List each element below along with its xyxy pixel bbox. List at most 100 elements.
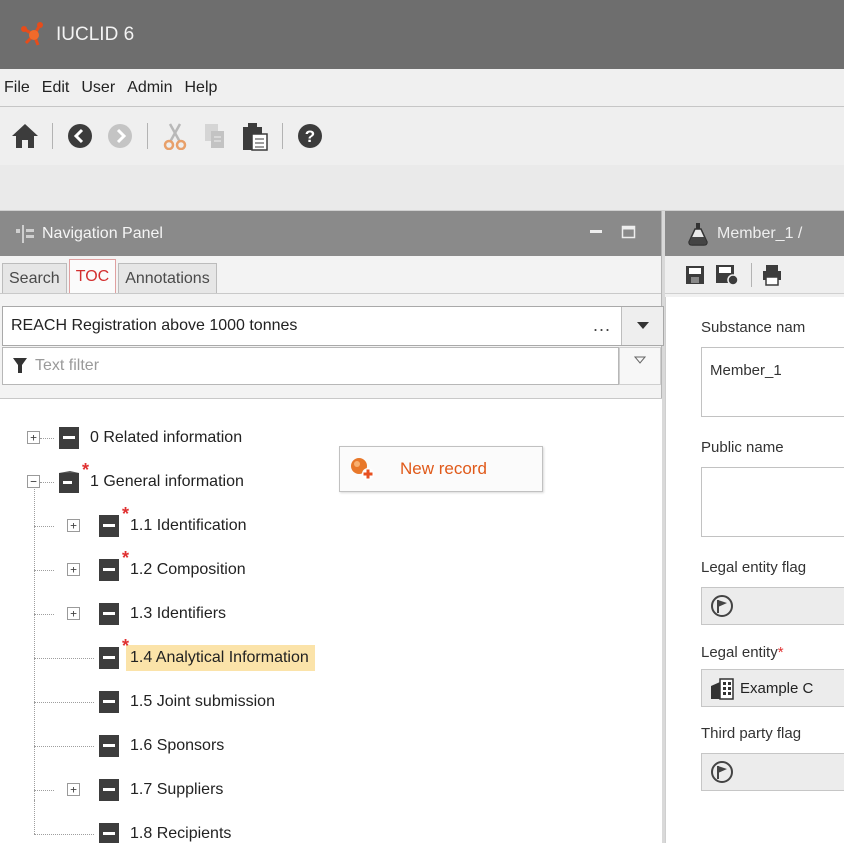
maximize-icon[interactable]: [621, 225, 637, 239]
document-form: Substance nam Member_1 Public name Legal…: [665, 297, 844, 843]
document-icon: [99, 603, 119, 625]
document-title: Member_1 /: [717, 224, 803, 242]
forward-icon[interactable]: [105, 121, 135, 151]
tree-connector: [34, 746, 94, 747]
context-menu: New record: [339, 446, 543, 492]
minimize-icon[interactable]: [588, 225, 604, 239]
document-icon: *: [98, 549, 129, 582]
legal-entity-button[interactable]: Example C: [701, 669, 844, 707]
substance-name-field[interactable]: Member_1: [701, 347, 844, 417]
legal-entity-label: Legal entity*: [701, 644, 784, 661]
tab-annotations[interactable]: Annotations: [118, 263, 217, 293]
menu-edit[interactable]: Edit: [42, 79, 70, 97]
expand-icon[interactable]: +: [67, 519, 80, 532]
toc-item-label: 1.5 Joint submission: [130, 693, 275, 710]
new-record-icon: [351, 458, 374, 480]
tree-connector: [40, 438, 54, 439]
dropdown-arrow-icon: [636, 322, 649, 329]
substance-flask-icon: [688, 222, 708, 246]
save-as-icon[interactable]: [715, 264, 739, 286]
copy-icon[interactable]: [200, 121, 230, 151]
expand-icon[interactable]: +: [67, 607, 80, 620]
menu-admin[interactable]: Admin: [127, 79, 172, 97]
toc-item-label: 1.1 Identification: [130, 517, 247, 534]
toc-item-1-4-analytical-information[interactable]: * 1.4 Analytical Information: [98, 637, 315, 675]
menu-file[interactable]: File: [4, 79, 30, 97]
legal-entity-value: Example C: [740, 679, 814, 697]
toc-item-1-1-identification[interactable]: * 1.1 Identification: [98, 505, 247, 543]
document-toolbar: [665, 256, 844, 294]
help-icon[interactable]: ?: [295, 121, 325, 151]
legal-entity-flag-label: Legal entity flag: [701, 559, 807, 576]
third-party-flag-button[interactable]: [701, 753, 844, 791]
back-icon[interactable]: [65, 121, 95, 151]
required-star-icon: *: [121, 636, 129, 656]
folder-document-icon: *: [58, 461, 89, 494]
document-icon: *: [98, 505, 129, 538]
toc-tree: + − + + + + 0 Related information * 1 Ge…: [0, 398, 662, 843]
toolbar-separator: [147, 123, 148, 149]
flag-icon: [711, 761, 733, 783]
template-select-value: REACH Registration above 1000 tonnes: [11, 317, 298, 334]
menu-help[interactable]: Help: [185, 79, 218, 97]
public-name-label: Public name: [701, 439, 784, 456]
third-party-flag-label: Third party flag: [701, 725, 802, 742]
tree-connector: [34, 481, 35, 800]
toc-item-label: 1.3 Identifiers: [130, 605, 227, 622]
context-menu-item-new-record[interactable]: New record: [350, 457, 487, 481]
public-name-field[interactable]: [701, 467, 844, 537]
template-more-button[interactable]: ...: [593, 315, 611, 336]
tree-connector: [34, 702, 94, 703]
tree-connector: [34, 526, 54, 527]
tree-connector: [34, 658, 94, 659]
expand-icon[interactable]: +: [67, 563, 80, 576]
toc-item-1-general-information[interactable]: * 1 General information: [58, 461, 244, 499]
toolbar-separator: [751, 262, 752, 287]
toc-item-1-8-recipients[interactable]: 1.8 Recipients: [98, 817, 231, 843]
toolbar-separator: [52, 123, 53, 149]
template-dropdown-button[interactable]: [621, 307, 663, 345]
save-icon[interactable]: [685, 265, 705, 285]
template-select[interactable]: REACH Registration above 1000 tonnes ...: [2, 306, 664, 346]
required-star-icon: *: [121, 504, 129, 524]
app-title: IUCLID 6: [56, 23, 135, 45]
tree-connector: [34, 800, 35, 834]
text-filter-input[interactable]: Text filter: [2, 347, 619, 385]
filter-options-button[interactable]: [619, 347, 661, 385]
legal-entity-flag-button[interactable]: [701, 587, 844, 625]
navigation-panel-header: Navigation Panel: [0, 211, 661, 256]
navigation-panel: Navigation Panel Search TOC Annotations …: [0, 211, 664, 843]
paste-icon[interactable]: [240, 121, 270, 151]
toolbar-separator: [282, 123, 283, 149]
iuclid-logo-icon: [21, 21, 43, 46]
legal-entity-building-icon: [711, 678, 734, 700]
expand-icon[interactable]: +: [67, 783, 80, 796]
toc-item-1-5-joint-submission[interactable]: 1.5 Joint submission: [98, 685, 275, 719]
new-record-label: New record: [400, 459, 487, 478]
toc-item-1-7-suppliers[interactable]: 1.7 Suppliers: [98, 773, 223, 807]
cut-icon[interactable]: [160, 121, 190, 151]
toc-item-1-3-identifiers[interactable]: 1.3 Identifiers: [98, 597, 226, 631]
tree-connector: [34, 834, 94, 835]
toc-item-0-related-information[interactable]: 0 Related information: [58, 421, 242, 455]
home-icon[interactable]: [10, 121, 40, 151]
tree-connector: [34, 790, 54, 791]
expand-icon[interactable]: +: [27, 431, 40, 444]
title-bar: IUCLID 6: [0, 0, 844, 69]
substance-name-value: Member_1: [710, 362, 782, 379]
collapse-icon[interactable]: −: [27, 475, 40, 488]
required-star-icon: *: [121, 548, 129, 568]
document-panel-header: Member_1 /: [665, 211, 844, 256]
print-icon[interactable]: [762, 264, 782, 286]
tree-filter: Text filter: [2, 347, 661, 385]
document-icon: [59, 427, 79, 449]
tab-search[interactable]: Search: [2, 263, 67, 293]
tree-connector: [40, 482, 54, 483]
toc-item-1-6-sponsors[interactable]: 1.6 Sponsors: [98, 729, 224, 763]
toc-item-1-2-composition[interactable]: * 1.2 Composition: [98, 549, 246, 587]
toc-item-label: 1.8 Recipients: [130, 825, 232, 842]
tab-toc[interactable]: TOC: [68, 259, 117, 293]
filter-icon: [13, 358, 27, 373]
document-icon: [99, 735, 119, 757]
menu-user[interactable]: User: [81, 79, 115, 97]
